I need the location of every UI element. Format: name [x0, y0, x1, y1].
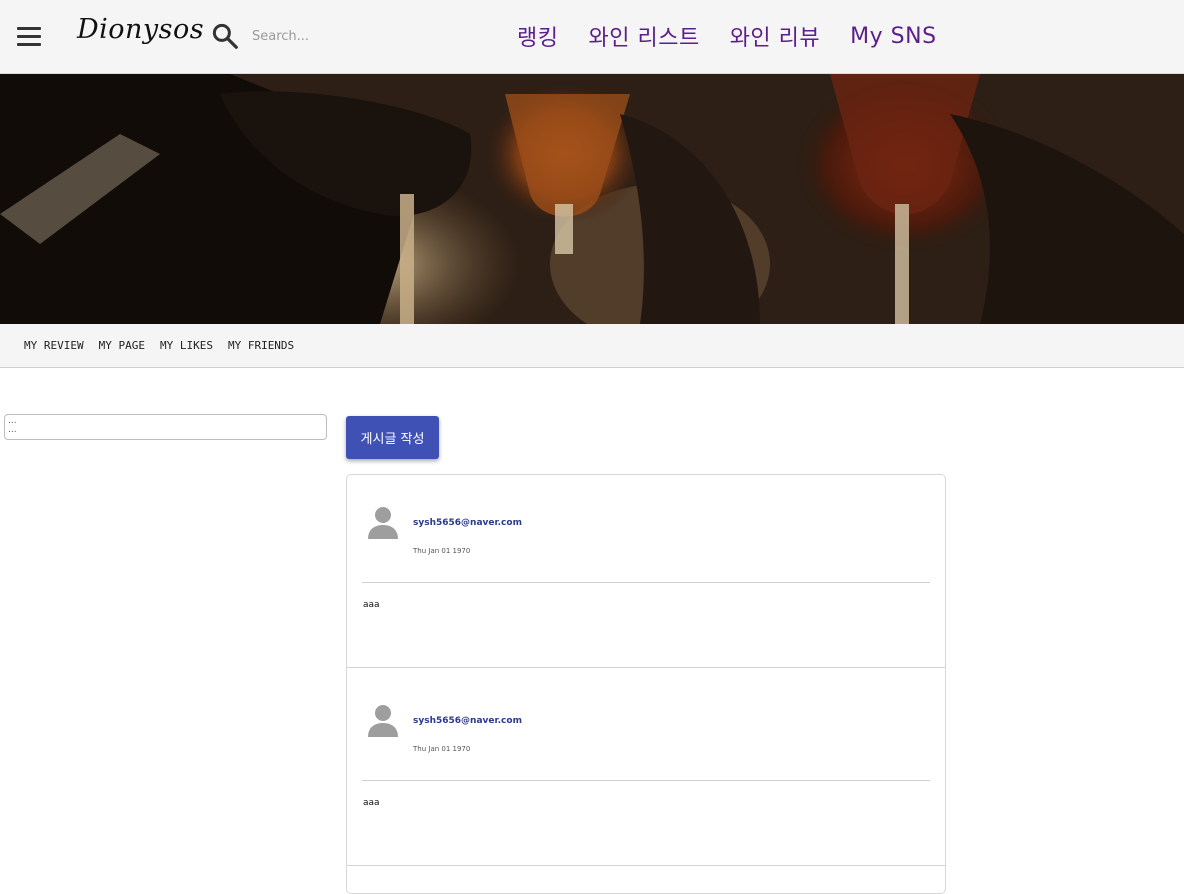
- tab-my-page[interactable]: My Page: [99, 339, 145, 352]
- post-body: aaa: [363, 600, 380, 610]
- sidebar-filter-box[interactable]: ... ...: [4, 414, 327, 440]
- post-author[interactable]: sysh5656@naver.com: [413, 518, 522, 528]
- nav-ranking[interactable]: 랭킹: [517, 20, 558, 52]
- post-feed: sysh5656@naver.com Thu Jan 01 1970 aaa s…: [346, 474, 946, 894]
- profile-subtabs: My Review My Page My Likes My Friends: [0, 324, 1184, 368]
- avatar-icon[interactable]: [367, 505, 399, 539]
- post-body: aaa: [363, 798, 380, 808]
- avatar-icon[interactable]: [367, 703, 399, 737]
- search-bar: [210, 16, 460, 56]
- nav-wine-list[interactable]: 와인 리스트: [588, 20, 699, 52]
- tab-my-review[interactable]: My Review: [24, 339, 84, 352]
- post-divider: [362, 582, 930, 583]
- nav-my-sns[interactable]: My SNS: [850, 24, 936, 49]
- top-app-bar: Dionysos 랭킹 와인 리스트 와인 리뷰 My SNS: [0, 0, 1184, 74]
- tab-my-likes[interactable]: My Likes: [160, 339, 213, 352]
- write-post-button[interactable]: 게시글 작성: [346, 416, 439, 459]
- search-icon[interactable]: [210, 21, 240, 51]
- search-input[interactable]: [252, 19, 452, 53]
- nav-wine-review[interactable]: 와인 리뷰: [730, 20, 820, 52]
- tab-my-friends[interactable]: My Friends: [228, 339, 294, 352]
- main-nav: 랭킹 와인 리스트 와인 리뷰 My SNS: [517, 18, 937, 54]
- sidebar-filter-text: ...: [8, 425, 17, 435]
- sidebar-filter-text: ...: [8, 416, 17, 426]
- hamburger-menu-icon[interactable]: [17, 21, 47, 51]
- hero-banner-image: [0, 74, 1184, 324]
- post-date: Thu Jan 01 1970: [413, 745, 471, 753]
- post-card: sysh5656@naver.com Thu Jan 01 1970 aaa: [347, 673, 945, 866]
- post-divider: [362, 780, 930, 781]
- post-author[interactable]: sysh5656@naver.com: [413, 716, 522, 726]
- post-card: sysh5656@naver.com Thu Jan 01 1970 aaa: [347, 475, 945, 668]
- brand-logo[interactable]: Dionysos: [77, 14, 204, 45]
- post-date: Thu Jan 01 1970: [413, 547, 471, 555]
